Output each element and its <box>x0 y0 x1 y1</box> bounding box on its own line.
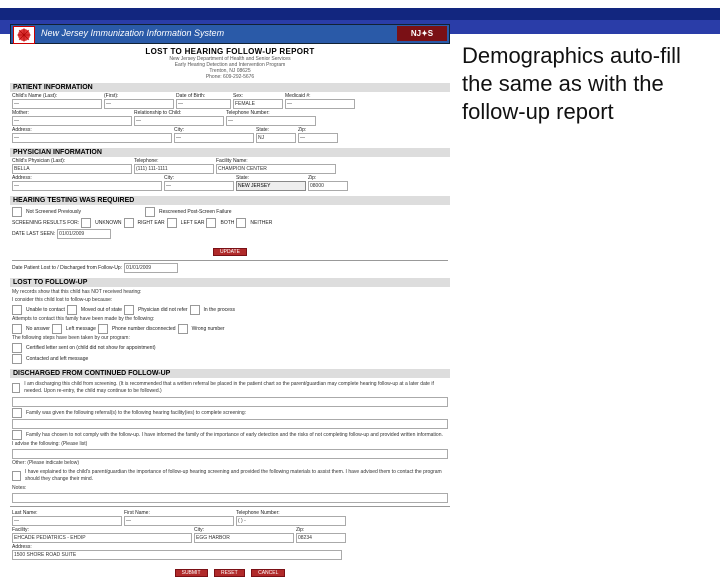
patient-first[interactable]: — <box>104 99 174 109</box>
system-title: New Jersey Immunization Information Syst… <box>41 28 224 38</box>
phys-fac[interactable]: CHAMPION CENTER <box>216 164 336 174</box>
chk-rescreen[interactable] <box>145 207 155 217</box>
patient-phone[interactable]: — <box>226 116 316 126</box>
phys-zip[interactable]: 08000 <box>308 181 348 191</box>
report-title: LOST TO HEARING FOLLOW-UP REPORT <box>10 47 450 56</box>
patient-dob[interactable]: — <box>176 99 231 109</box>
annotation-text: Demographics auto-fill the same as with … <box>462 42 702 126</box>
patient-sex[interactable]: FEMALE <box>233 99 283 109</box>
njiis-badge: NJ✦S <box>397 26 447 41</box>
patient-city[interactable]: — <box>174 133 254 143</box>
section-discharged: DISCHARGED FROM CONTINUED FOLLOW-UP <box>10 369 450 378</box>
cancel-button[interactable]: CANCEL <box>251 569 285 577</box>
phys-name[interactable]: BELLA <box>12 164 132 174</box>
section-physician: PHYSICIAN INFORMATION <box>10 148 450 157</box>
header-line4: Phone: 609-292-5676 <box>10 74 450 80</box>
phys-state[interactable]: NEW JERSEY <box>236 181 306 191</box>
reset-button[interactable]: RESET <box>214 569 245 577</box>
patient-rel[interactable]: — <box>134 116 224 126</box>
slide-top-accent <box>0 8 720 20</box>
patient-addr[interactable]: — <box>12 133 172 143</box>
app-header: New Jersey Immunization Information Syst… <box>10 24 450 44</box>
patient-medicaid[interactable]: — <box>285 99 355 109</box>
state-seal-icon <box>13 26 35 44</box>
update-button[interactable]: UPDATE <box>213 248 247 256</box>
patient-last[interactable]: — <box>12 99 102 109</box>
date-last-seen[interactable]: 01/01/2009 <box>57 229 111 239</box>
patient-state[interactable]: NJ <box>256 133 296 143</box>
phys-addr[interactable]: — <box>12 181 162 191</box>
phys-city[interactable]: — <box>164 181 234 191</box>
submit-button[interactable]: SUBMIT <box>175 569 208 577</box>
patient-mother[interactable]: — <box>12 116 132 126</box>
patient-zip[interactable]: — <box>298 133 338 143</box>
chk-notscreened[interactable] <box>12 207 22 217</box>
date-lost[interactable]: 01/01/2009 <box>124 263 178 273</box>
section-patient: PATIENT INFORMATION <box>10 83 450 92</box>
section-required: HEARING TESTING WAS REQUIRED <box>10 196 450 205</box>
section-lost: LOST TO FOLLOW-UP <box>10 278 450 287</box>
phys-phone[interactable]: (111) 111-1111 <box>134 164 214 174</box>
form-screenshot: New Jersey Immunization Information Syst… <box>10 24 450 580</box>
